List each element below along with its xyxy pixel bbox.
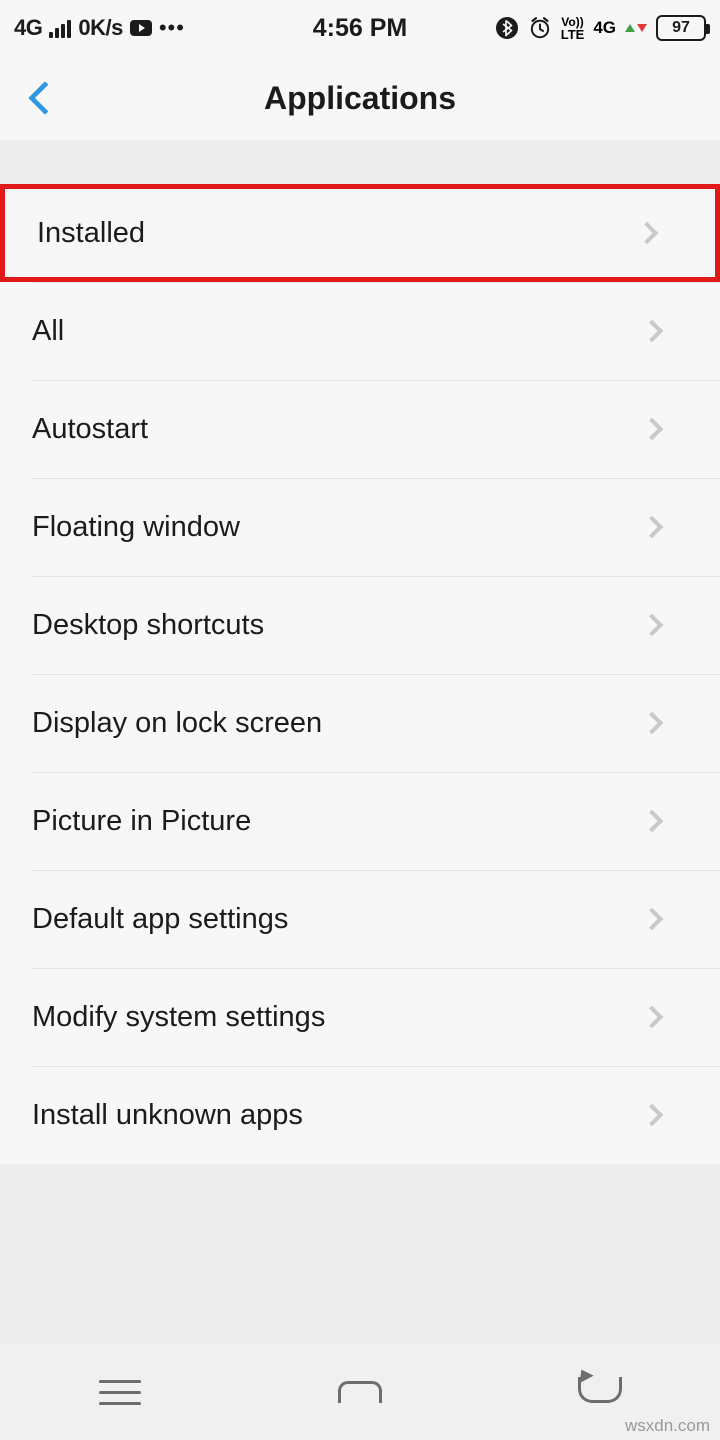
page-title: Applications (263, 79, 456, 116)
row-divider (32, 870, 720, 871)
list-item-label: Install unknown apps (32, 1098, 303, 1131)
empty-area (0, 1164, 720, 1344)
chevron-right-icon (640, 417, 664, 441)
home-button[interactable] (300, 1344, 420, 1440)
list-item-label: All (32, 314, 65, 347)
list-item-label: Floating window (32, 510, 240, 543)
chevron-right-icon (640, 1005, 664, 1029)
volte-bottom-label: LTE (560, 26, 585, 42)
alarm-clock-icon (528, 16, 552, 40)
list-item-picture-in-picture[interactable]: Picture in Picture (0, 772, 720, 870)
settings-list: Installed All Autostart Floating window (0, 184, 720, 1164)
volte-icon: Vo)) LTE (561, 16, 585, 41)
volte-top-label: Vo)) (561, 14, 584, 29)
row-divider (32, 380, 720, 381)
battery-level-label: 97 (672, 19, 690, 36)
row-divider (32, 674, 720, 675)
chevron-right-icon (640, 319, 664, 343)
list-item-display-on-lock-screen[interactable]: Display on lock screen (0, 674, 720, 772)
content-area: Installed All Autostart Floating window (0, 140, 720, 1344)
section-spacer (0, 140, 720, 184)
list-item-label: Display on lock screen (32, 706, 323, 739)
chevron-right-icon (640, 613, 664, 637)
title-bar: Applications (0, 56, 720, 140)
chevron-right-icon (640, 711, 664, 735)
row-divider (32, 772, 720, 773)
navigation-bar (0, 1344, 720, 1440)
chevron-right-icon (640, 1103, 664, 1127)
chevron-right-icon (640, 809, 664, 833)
row-divider (32, 1066, 720, 1067)
list-item-modify-system-settings[interactable]: Modify system settings (0, 968, 720, 1066)
status-bar-right: Vo)) LTE 4G 97 (495, 15, 710, 41)
list-item-label: Installed (37, 216, 146, 249)
list-item-default-app-settings[interactable]: Default app settings (0, 870, 720, 968)
back-chevron-icon (28, 81, 62, 115)
recents-button[interactable] (60, 1344, 180, 1440)
row-divider (32, 576, 720, 577)
ellipsis-icon: ••• (158, 15, 185, 40)
data-speed-label: 0K/s (78, 15, 123, 40)
status-bar: 4G 0K/s ••• 4:56 PM Vo)) LTE 4G 97 (0, 0, 720, 56)
list-item-desktop-shortcuts[interactable]: Desktop shortcuts (0, 576, 720, 674)
status-bar-left: 4G 0K/s ••• (14, 15, 185, 41)
bluetooth-icon (495, 15, 519, 41)
battery-icon: 97 (656, 15, 710, 41)
menu-icon (99, 1379, 141, 1405)
watermark: wsxdn.com (624, 1416, 710, 1435)
list-item-autostart[interactable]: Autostart (0, 380, 720, 478)
row-divider (32, 478, 720, 479)
list-item-label: Picture in Picture (32, 804, 252, 837)
phone-screen: 4G 0K/s ••• 4:56 PM Vo)) LTE 4G 97 Appli… (0, 0, 720, 1440)
data-transfer-icon (625, 24, 647, 32)
chevron-right-icon (640, 907, 664, 931)
list-item-label: Default app settings (32, 902, 289, 935)
list-item-install-unknown-apps[interactable]: Install unknown apps (0, 1066, 720, 1164)
sim2-network-label: 4G (593, 18, 616, 37)
chevron-right-icon (635, 221, 659, 245)
chevron-right-icon (640, 515, 664, 539)
row-divider (32, 968, 720, 969)
signal-bars-icon (49, 18, 72, 38)
list-item-label: Desktop shortcuts (32, 608, 265, 641)
home-icon (338, 1381, 382, 1403)
list-item-floating-window[interactable]: Floating window (0, 478, 720, 576)
list-item-label: Modify system settings (32, 1000, 326, 1033)
network-type-label: 4G (14, 15, 43, 40)
back-button[interactable] (0, 56, 90, 140)
list-item-installed[interactable]: Installed (0, 184, 720, 282)
row-divider (32, 282, 720, 283)
back-arrow-icon (574, 1365, 622, 1407)
list-item-label: Autostart (32, 412, 149, 445)
youtube-icon (129, 20, 152, 36)
sim2-network-icon: 4G (593, 18, 616, 38)
list-item-all[interactable]: All (0, 282, 720, 380)
